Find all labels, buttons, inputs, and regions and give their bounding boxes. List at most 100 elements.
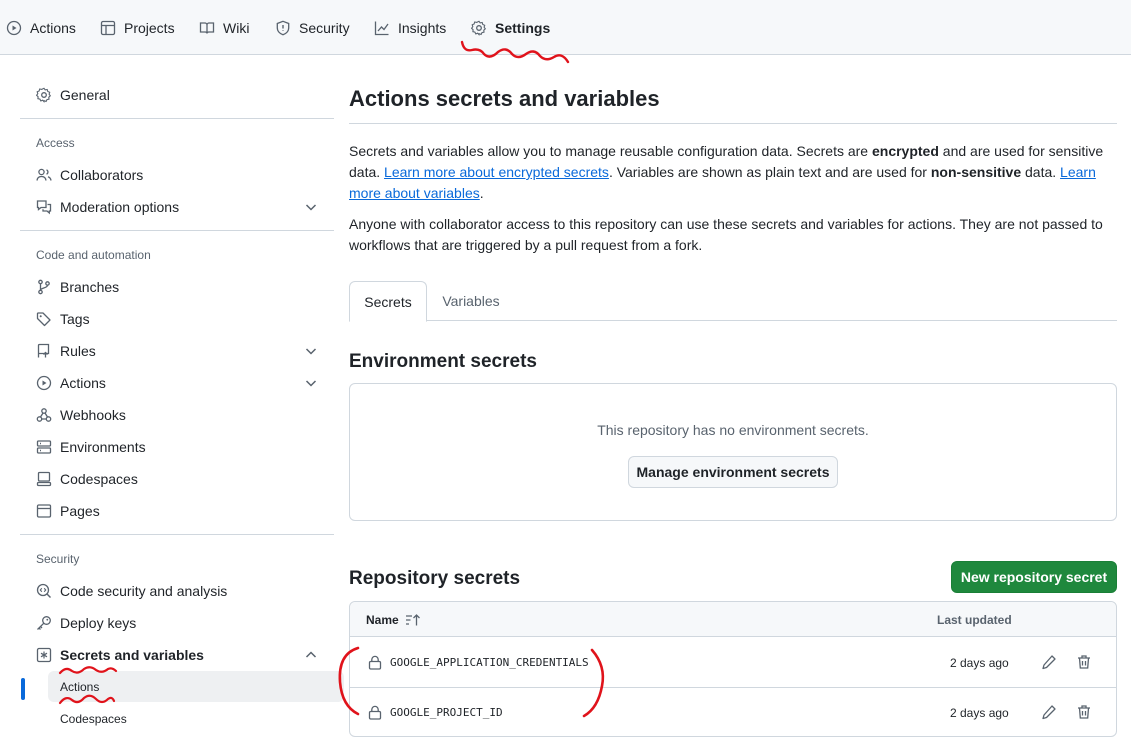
new-repository-secret-button[interactable]: New repository secret <box>951 561 1117 593</box>
text: Secrets and variables allow you to manag… <box>349 143 872 159</box>
chevron-down-icon <box>305 348 317 355</box>
shield-icon <box>276 20 290 35</box>
sidebar-item-label: Pages <box>60 503 100 519</box>
sidebar-subitem-label: Actions <box>60 679 100 694</box>
sort-by-name[interactable]: Name <box>366 613 421 627</box>
trash-icon <box>1078 655 1090 669</box>
tab-security[interactable]: Security <box>275 0 350 55</box>
sidebar-subitem-codespaces[interactable]: Codespaces <box>48 703 344 734</box>
table-icon <box>100 20 116 35</box>
edit-secret-button[interactable] <box>1039 652 1059 672</box>
section-heading-security: Security <box>36 552 80 566</box>
settings-sidebar: General Access Collaborators Moderation … <box>20 55 344 745</box>
environment-secrets-box: This repository has no environment secre… <box>349 383 1117 521</box>
sidebar-item-rules[interactable]: Rules <box>36 336 326 366</box>
tab-settings[interactable]: Settings <box>471 0 550 55</box>
text: encrypted <box>871 143 939 159</box>
gear-icon <box>36 87 52 103</box>
repository-secrets-heading: Repository secrets <box>349 568 521 589</box>
divider <box>20 534 334 535</box>
sidebar-item-tags[interactable]: Tags <box>36 304 326 334</box>
collaborator-note: Anyone with collaborator access to this … <box>349 216 1103 253</box>
secret-name: GOOGLE_APPLICATION_CREDENTIALS <box>390 656 589 669</box>
book-icon <box>199 21 215 34</box>
sidebar-item-general[interactable]: General <box>36 80 326 110</box>
sidebar-item-actions[interactable]: Actions <box>36 368 326 398</box>
secret-updated: 2 days ago <box>950 706 1009 720</box>
chevron-down-icon <box>305 204 317 211</box>
lock-icon <box>368 705 382 720</box>
delete-secret-button[interactable] <box>1074 702 1094 722</box>
browser-icon <box>36 504 52 518</box>
edit-secret-button[interactable] <box>1039 702 1059 722</box>
sidebar-item-label: Branches <box>60 279 120 295</box>
trash-icon <box>1078 705 1090 719</box>
sidebar-item-environments[interactable]: Environments <box>36 432 326 462</box>
delete-secret-button[interactable] <box>1074 652 1094 672</box>
secret-updated: 2 days ago <box>950 656 1009 670</box>
sidebar-item-label: Environments <box>60 439 146 455</box>
pencil-icon <box>1042 655 1056 670</box>
tab-variables[interactable]: Variables <box>431 281 511 321</box>
tab-actions[interactable]: Actions <box>6 0 76 55</box>
divider <box>20 230 334 231</box>
sidebar-item-label: Code security and analysis <box>60 583 228 599</box>
sidebar-item-label: Secrets and variables <box>60 647 204 663</box>
tag-icon <box>36 312 51 327</box>
sidebar-item-code-security[interactable]: Code security and analysis <box>36 576 326 606</box>
sidebar-item-codespaces[interactable]: Codespaces <box>36 464 326 494</box>
sidebar-item-secrets-and-variables[interactable]: Secrets and variables <box>36 640 326 670</box>
sidebar-item-pages[interactable]: Pages <box>36 496 326 526</box>
chevron-down-icon <box>305 380 317 387</box>
section-heading-code-automation: Code and automation <box>36 248 151 262</box>
text: non-sensitive <box>930 164 1022 180</box>
sidebar-item-label: Actions <box>60 375 106 391</box>
section-heading-access: Access <box>36 136 75 150</box>
sidebar-item-label: Deploy keys <box>60 615 137 631</box>
pencil-icon <box>1042 705 1056 720</box>
selection-indicator <box>21 678 25 700</box>
learn-more-secrets-link[interactable]: Learn more about encrypted secrets <box>384 164 609 180</box>
key-asterisk-icon <box>36 647 52 663</box>
people-icon <box>36 168 52 181</box>
manage-environment-secrets-button[interactable]: Manage environment secrets <box>628 456 838 488</box>
repo-nav: Actions Projects Wiki Security Insights … <box>0 0 1131 55</box>
tab-label: Projects <box>124 19 175 36</box>
secret-name: GOOGLE_PROJECT_ID <box>390 706 503 719</box>
webhook-icon <box>36 408 52 422</box>
column-header-name: Name <box>366 613 399 627</box>
sidebar-item-label: Webhooks <box>60 407 126 423</box>
play-icon <box>36 375 52 391</box>
divider <box>349 123 1117 124</box>
table-header: Name Last updated <box>350 602 1116 637</box>
sidebar-item-collaborators[interactable]: Collaborators <box>36 160 326 190</box>
text: . <box>479 185 484 201</box>
sidebar-item-label: Moderation options <box>60 199 180 215</box>
sidebar-subitem-actions[interactable]: Actions <box>48 671 344 702</box>
codescan-icon <box>36 583 51 598</box>
sidebar-item-label: General <box>60 87 110 103</box>
divider <box>20 118 334 119</box>
sidebar-item-moderation-options[interactable]: Moderation options <box>36 192 326 222</box>
tab-projects[interactable]: Projects <box>100 0 175 55</box>
sidebar-item-label: Tags <box>60 311 90 327</box>
sidebar-item-label: Collaborators <box>60 167 144 183</box>
environment-secrets-heading: Environment secrets <box>349 351 537 372</box>
server-icon <box>36 440 52 454</box>
tab-secrets[interactable]: Secrets <box>349 281 427 322</box>
page-title: Actions secrets and variables <box>349 86 660 111</box>
tab-label: Security <box>299 19 350 36</box>
comment-discussion-icon <box>36 200 52 215</box>
sidebar-item-webhooks[interactable]: Webhooks <box>36 400 326 430</box>
tab-insights[interactable]: Insights <box>374 0 446 55</box>
sidebar-item-branches[interactable]: Branches <box>36 272 326 302</box>
codespaces-icon <box>36 471 52 487</box>
sidebar-item-deploy-keys[interactable]: Deploy keys <box>36 608 326 638</box>
tab-wiki[interactable]: Wiki <box>199 0 249 55</box>
gear-icon <box>471 20 487 36</box>
sidebar-item-label: Rules <box>60 343 96 359</box>
repo-push-icon <box>37 343 50 358</box>
intro-paragraph: Secrets and variables allow you to manag… <box>349 141 1117 204</box>
empty-state-text: This repository has no environment secre… <box>597 422 869 438</box>
sidebar-item-label: Codespaces <box>60 471 138 487</box>
